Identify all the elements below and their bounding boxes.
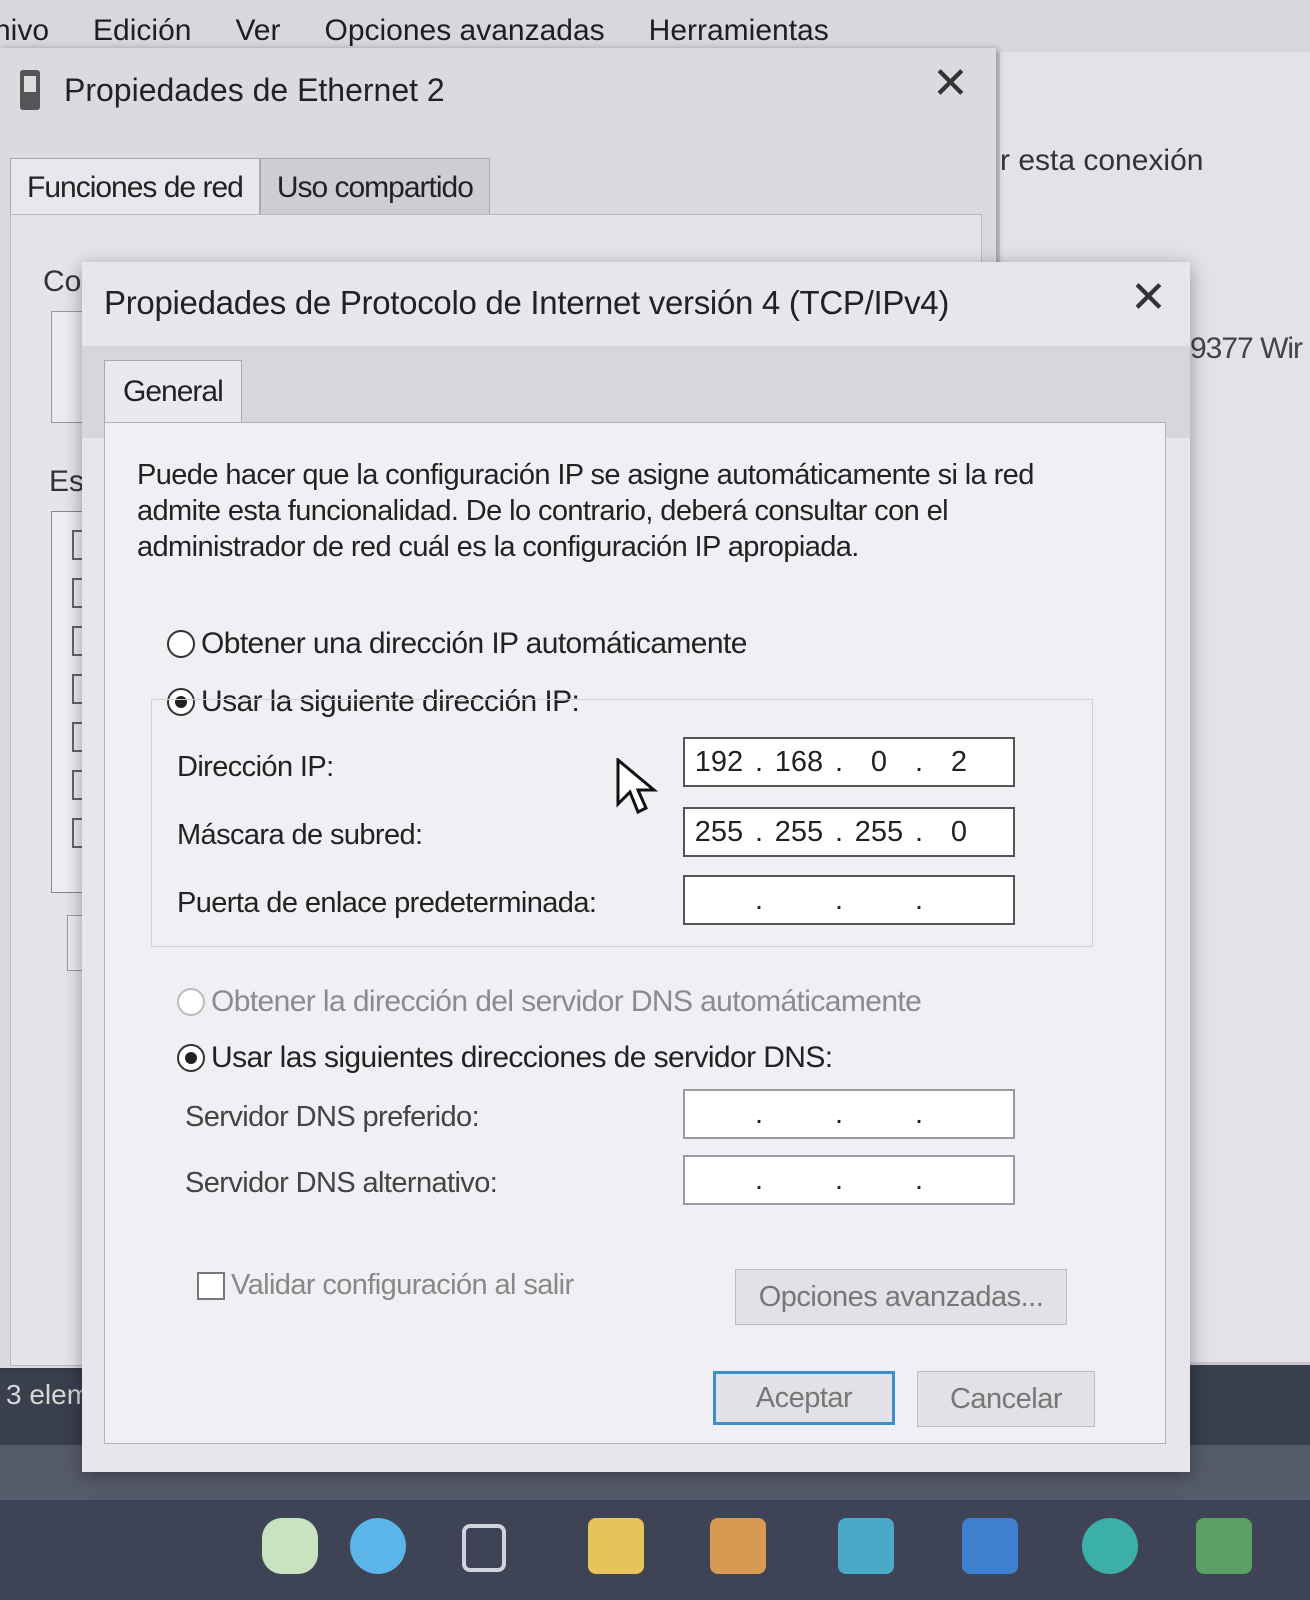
- adapter-name-fragment: 9377 Wir: [1190, 332, 1303, 365]
- general-tab-page: Puede hacer que la configuración IP se a…: [104, 422, 1166, 1444]
- validate-label: Validar configuración al salir: [231, 1269, 574, 1301]
- advanced-options-button[interactable]: Opciones avanzadas...: [735, 1269, 1067, 1325]
- radio-dns-manual-label: Usar las siguientes direcciones de servi…: [211, 1041, 833, 1074]
- taskbar: [0, 1500, 1310, 1600]
- network-adapter-icon: [20, 70, 40, 110]
- validate-on-exit[interactable]: Validar configuración al salir: [197, 1269, 574, 1302]
- mail-icon[interactable]: [838, 1518, 894, 1574]
- dialog-title: Propiedades de Protocolo de Internet ver…: [104, 284, 950, 321]
- dns-preferred-label: Servidor DNS preferido:: [185, 1101, 480, 1133]
- ip-octet-3: 0: [870, 745, 888, 778]
- dns-alternate-label: Servidor DNS alternativo:: [185, 1167, 498, 1199]
- app-icon[interactable]: [962, 1518, 1018, 1574]
- gateway-input[interactable]: . . .: [683, 875, 1015, 925]
- ethernet-close-button[interactable]: ✕: [932, 62, 969, 106]
- mask-octet-1: 255: [694, 815, 744, 848]
- ethernet-tabs: Funciones de red Uso compartido: [10, 158, 490, 217]
- menu-opciones-avanzadas[interactable]: Opciones avanzadas: [324, 14, 604, 52]
- radio-dns-auto[interactable]: Obtener la dirección del servidor DNS au…: [177, 985, 922, 1019]
- validate-checkbox[interactable]: [197, 1271, 225, 1300]
- tab-general[interactable]: General: [104, 360, 242, 425]
- ip-octet-2: 168: [774, 745, 824, 778]
- subnet-mask-label: Máscara de subred:: [177, 819, 423, 851]
- tab-uso-compartido[interactable]: Uso compartido: [259, 158, 490, 217]
- menu-archivo[interactable]: hivo: [0, 14, 49, 52]
- mask-octet-3: 255: [854, 815, 904, 848]
- connection-text: r esta conexión: [1000, 144, 1204, 177]
- dns-preferred-input[interactable]: . . .: [683, 1089, 1015, 1139]
- ok-button[interactable]: Aceptar: [713, 1371, 895, 1425]
- tab-funciones-de-red[interactable]: Funciones de red: [10, 158, 260, 217]
- menu-ver[interactable]: Ver: [235, 14, 280, 52]
- mask-octet-4: 0: [950, 815, 968, 848]
- menu-edicion[interactable]: Edición: [93, 14, 191, 52]
- file-explorer-icon[interactable]: [588, 1518, 644, 1574]
- gateway-label: Puerta de enlace predeterminada:: [177, 887, 597, 919]
- radio-dns-manual[interactable]: Usar las siguientes direcciones de servi…: [177, 1041, 833, 1075]
- copilot-icon[interactable]: [350, 1518, 406, 1574]
- ip-address-input[interactable]: 192. 168. 0. 2: [683, 737, 1015, 787]
- ethernet-window-title: Propiedades de Ethernet 2: [64, 72, 445, 108]
- mask-octet-2: 255: [774, 815, 824, 848]
- task-view-icon[interactable]: [462, 1524, 506, 1572]
- cancel-button[interactable]: Cancelar: [917, 1371, 1095, 1427]
- radio-ip-auto-label: Obtener una dirección IP automáticamente: [201, 627, 747, 660]
- ipv4-properties-dialog: Propiedades de Protocolo de Internet ver…: [82, 262, 1190, 1472]
- menu-bar: hivo Edición Ver Opciones avanzadas Herr…: [0, 0, 1310, 52]
- ip-octet-4: 2: [950, 745, 968, 778]
- dialog-close-button[interactable]: ✕: [1130, 276, 1167, 320]
- items-label: Es: [49, 465, 85, 498]
- connect-using-label: Co: [43, 265, 82, 298]
- ip-address-label: Dirección IP:: [177, 751, 334, 783]
- store-icon[interactable]: [710, 1518, 766, 1574]
- edge-icon[interactable]: [1082, 1518, 1138, 1574]
- dialog-description: Puede hacer que la configuración IP se a…: [137, 459, 1034, 563]
- menu-herramientas[interactable]: Herramientas: [649, 14, 829, 52]
- radio-dns-auto-label: Obtener la dirección del servidor DNS au…: [211, 985, 922, 1018]
- widgets-icon[interactable]: [262, 1518, 318, 1574]
- radio-ip-auto-circle[interactable]: [167, 630, 195, 658]
- radio-dns-auto-circle[interactable]: [177, 988, 205, 1016]
- subnet-mask-input[interactable]: 255. 255. 255. 0: [683, 807, 1015, 857]
- radio-dns-manual-circle[interactable]: [177, 1044, 205, 1072]
- mouse-pointer-icon: [616, 758, 659, 815]
- terminal-icon[interactable]: [1196, 1518, 1252, 1574]
- radio-ip-auto[interactable]: Obtener una dirección IP automáticamente: [167, 627, 747, 661]
- ip-octet-1: 192: [694, 745, 744, 778]
- dns-alternate-input[interactable]: . . .: [683, 1155, 1015, 1205]
